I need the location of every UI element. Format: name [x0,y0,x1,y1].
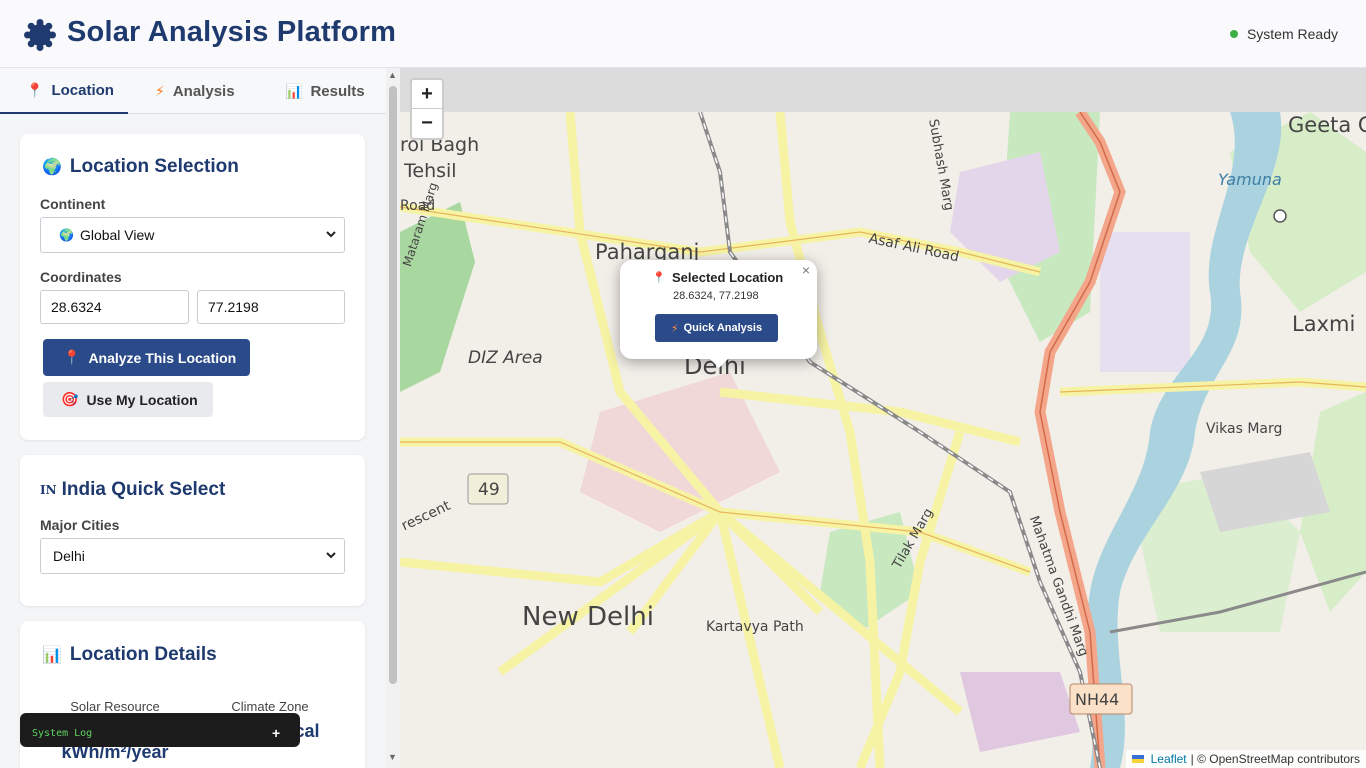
zoom-control: + − [410,78,444,140]
system-status: System Ready [1229,26,1338,42]
quick-analysis-button[interactable]: ⚡ Quick Analysis [655,314,778,342]
system-log-label: System Log [32,728,93,739]
map-label-vikas: Vikas Marg [1206,421,1283,437]
zoom-in-button[interactable]: + [412,80,442,109]
pin-icon: 📍 [63,349,81,365]
scroll-up-arrow-icon[interactable]: ▲ [388,70,397,80]
tab-location-label: Location [51,81,114,99]
map-tiles[interactable] [400,112,1366,768]
map-label-laxmi: Laxmi [1292,312,1356,336]
chevron-down-icon [326,231,336,238]
map-label-route-49: 49 [478,480,500,500]
climate-zone-label: Climate Zone [231,699,309,714]
india-quick-select-card: IN India Quick Select Major Cities Delhi [20,455,365,606]
major-cities-label: Major Cities [40,517,120,533]
longitude-input[interactable]: 77.2198 [197,290,345,324]
bar-chart-icon: 📊 [42,647,62,664]
major-cities-select[interactable]: Delhi [40,538,345,574]
gear-sun-icon [24,19,56,51]
target-icon: 🎯 [61,391,79,407]
location-details-title: 📊 Location Details [42,644,217,665]
map-attribution: Leaflet | © OpenStreetMap contributors [1125,750,1366,768]
scroll-thumb[interactable] [389,86,397,684]
map-label-kartavya: Kartavya Path [706,619,804,635]
bar-chart-icon: 📊 [285,82,303,99]
continent-select[interactable]: 🌍 Global View [40,217,345,253]
continent-value: Global View [79,227,155,243]
sidebar: 📍 Location ⚡ Analysis 📊 Results 🌍 Locati… [0,68,386,768]
pin-icon: 📍 [652,272,666,284]
tab-analysis-label: Analysis [172,82,235,100]
popup-tip [709,358,729,368]
map-label-yamuna: Yamuna [1218,170,1282,189]
location-selection-title: 🌍 Location Selection [42,156,239,177]
app-header: Solar Analysis Platform System Ready [0,0,1366,68]
tab-analysis[interactable]: ⚡ Analysis [155,68,265,114]
leaflet-link[interactable]: Leaflet [1151,752,1187,766]
lightning-icon: ⚡ [155,82,165,99]
pin-icon: 📍 [26,81,44,98]
scroll-down-arrow-icon[interactable]: ▼ [388,752,397,762]
zoom-out-button[interactable]: − [412,109,442,138]
tab-results[interactable]: 📊 Results [285,68,385,114]
location-popup: × 📍 Selected Location 28.6324, 77.2198 ⚡… [620,260,817,359]
continent-label: Continent [40,196,106,212]
popup-title: 📍 Selected Location [652,270,784,285]
status-text: System Ready [1246,26,1338,42]
map-label-new-delhi: New Delhi [522,602,654,632]
system-log-panel[interactable]: System Log + [20,713,300,747]
tab-location[interactable]: 📍 Location [0,68,128,114]
lightning-icon: ⚡ [670,322,679,335]
location-selection-card: 🌍 Location Selection Continent 🌍 Global … [20,134,365,440]
india-quick-select-title: IN India Quick Select [40,479,226,500]
map-label-nh44: NH44 [1075,690,1120,709]
chevron-down-icon [326,552,336,559]
popup-close-button[interactable]: × [802,262,810,278]
solar-resource-label: Solar Resource [70,699,160,714]
map-label-diz: DIZ Area [468,348,543,368]
attribution-text: | © OpenStreetMap contributors [1190,752,1360,766]
residential-area [1100,232,1190,372]
popup-coordinates: 28.6324, 77.2198 [673,290,759,302]
sidebar-scrollbar[interactable]: ▲ ▼ [386,68,400,768]
ukraine-flag-icon [1131,755,1144,763]
india-flag-icon: IN [40,483,57,497]
tab-bar: 📍 Location ⚡ Analysis 📊 Results [0,68,386,114]
city-value: Delhi [53,548,85,564]
map-view[interactable]: rol Bagh Tehsil Road Mataram Marg Paharg… [400,68,1366,768]
map-label-geeta: Geeta C [1288,113,1366,137]
globe-icon: 🌍 [59,228,74,242]
tab-results-label: Results [310,82,365,100]
latitude-input[interactable]: 28.6324 [40,290,189,324]
map-label-tehsil: Tehsil [404,160,457,182]
status-dot-icon [1229,30,1238,38]
use-my-location-button[interactable]: 🎯 Use My Location [43,382,213,417]
system-log-expand-button[interactable]: + [272,725,280,741]
app-title: Solar Analysis Platform [67,16,397,48]
coordinates-label: Coordinates [40,269,122,285]
analyze-location-button[interactable]: 📍 Analyze This Location [43,339,250,376]
globe-icon: 🌍 [42,159,62,176]
